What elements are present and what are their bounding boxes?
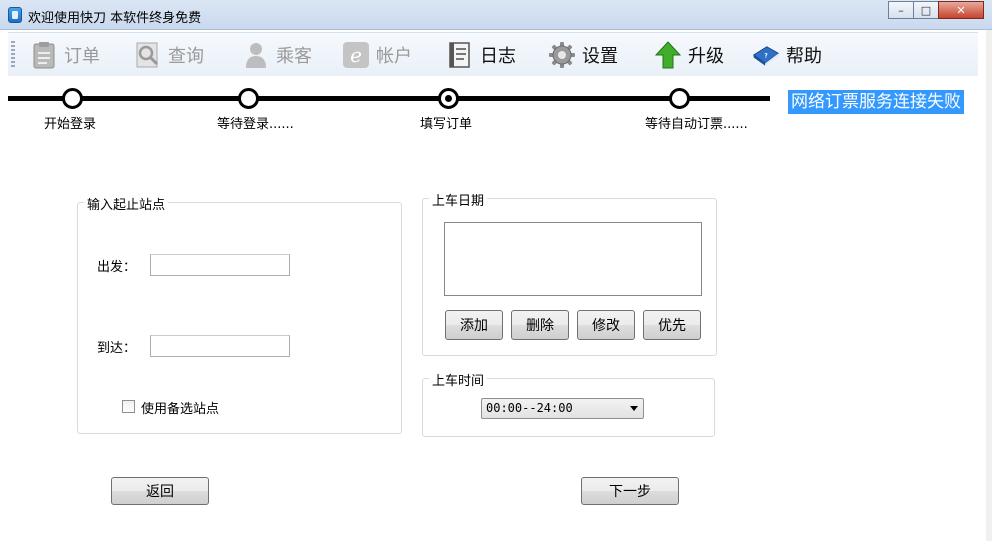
step-label-wait-auto-order: 等待自动订票...... [645, 117, 748, 132]
toolbar-item-passengers[interactable]: 乘客 [242, 39, 312, 71]
log-book-icon [446, 41, 474, 69]
toolbar-item-orders[interactable]: 订单 [30, 39, 100, 71]
step-node-start-login [62, 88, 83, 109]
window-controls: – □ ✕ [888, 1, 984, 19]
up-arrow-icon [654, 41, 682, 69]
edit-date-button[interactable]: 修改 [577, 310, 635, 340]
window-right-edge [986, 30, 992, 541]
to-station-input[interactable] [150, 335, 290, 357]
chevron-down-icon [630, 406, 638, 411]
magnifier-icon [134, 41, 162, 69]
person-icon [242, 41, 270, 69]
toolbar-item-query[interactable]: 查询 [134, 39, 204, 71]
step-node-wait-auto-order [669, 88, 690, 109]
toolbar-item-settings[interactable]: 设置 [548, 39, 618, 71]
app-icon [8, 7, 22, 23]
step-label-fill-order: 填写订单 [420, 117, 473, 132]
step-label-wait-login: 等待登录...... [217, 117, 294, 132]
clipboard-icon [30, 41, 58, 69]
minimize-button[interactable]: – [888, 1, 914, 19]
from-label: 出发： [97, 260, 137, 275]
toolbar-item-account[interactable]: e 帐户 [342, 39, 412, 71]
window-title: 欢迎使用快刀 本软件终身免费 [28, 11, 202, 26]
back-button[interactable]: 返回 [111, 477, 209, 505]
ie-icon: e [342, 41, 370, 69]
gear-icon [548, 41, 576, 69]
step-node-fill-order [438, 88, 459, 109]
maximize-button[interactable]: □ [913, 1, 939, 19]
toolbar: 订单 查询 乘客 e 帐户 日志 设置 升级 ? 帮助 [8, 32, 978, 76]
next-button[interactable]: 下一步 [581, 477, 679, 505]
svg-text:e: e [350, 43, 362, 67]
to-label: 到达： [97, 341, 137, 356]
toolbar-item-upgrade[interactable]: 升级 [654, 39, 724, 71]
title-bar: 欢迎使用快刀 本软件终身免费 – □ ✕ [0, 0, 992, 30]
help-book-icon: ? [752, 41, 780, 69]
departure-time-select[interactable]: 00:00--24:00 [481, 398, 644, 419]
alt-station-checkbox[interactable] [122, 400, 135, 413]
date-list[interactable] [444, 222, 702, 296]
add-date-button[interactable]: 添加 [445, 310, 503, 340]
progress-line [8, 96, 770, 101]
step-label-start-login: 开始登录 [44, 117, 97, 132]
svg-text:?: ? [764, 53, 767, 59]
toolbar-item-log[interactable]: 日志 [446, 39, 516, 71]
toolbar-grip[interactable] [11, 41, 15, 69]
from-station-input[interactable] [150, 254, 290, 276]
delete-date-button[interactable]: 删除 [511, 310, 569, 340]
priority-date-button[interactable]: 优先 [643, 310, 701, 340]
time-group-title: 上车时间 [429, 370, 488, 389]
stations-group-title: 输入起止站点 [84, 194, 169, 213]
alt-station-label[interactable]: 使用备选站点 [141, 398, 219, 417]
connection-status-banner: 网络订票服务连接失败 [788, 90, 964, 114]
step-node-wait-login [238, 88, 259, 109]
toolbar-item-help[interactable]: ? 帮助 [752, 39, 822, 71]
date-group-title: 上车日期 [429, 190, 488, 209]
departure-time-value: 00:00--24:00 [486, 401, 573, 415]
close-button[interactable]: ✕ [938, 1, 984, 19]
